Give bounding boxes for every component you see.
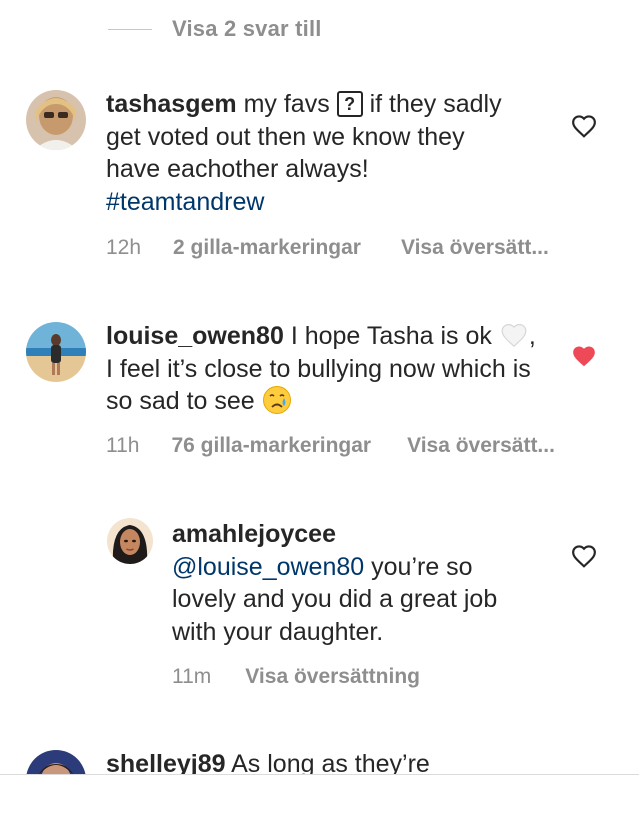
avatar[interactable] [26, 322, 86, 382]
comment-meta: 12h 2 gilla-markeringar Visa översätt... [106, 236, 549, 260]
username[interactable]: tashasgem [106, 90, 237, 118]
thread-line [108, 28, 152, 30]
timestamp: 11m [172, 665, 212, 688]
comment-text: amahlejoycee @louise_owen80 you’re so lo… [172, 518, 532, 648]
likes-count[interactable]: 2 gilla-markeringar [173, 236, 361, 260]
timestamp: 12h [106, 236, 142, 259]
liked-heart-icon[interactable] [571, 344, 597, 368]
see-translation-link[interactable]: Visa översättning [245, 665, 420, 689]
comment-text-part: I hope Tasha is ok [290, 322, 492, 350]
avatar[interactable] [107, 518, 153, 564]
comment-text: louise_owen80 I hope Tasha is ok , I fee… [106, 320, 546, 418]
likes-count[interactable]: 76 gilla-markeringar [171, 434, 371, 458]
timestamp: 11h [106, 434, 140, 457]
see-translation-link[interactable]: Visa översätt... [401, 236, 549, 260]
crying-face-emoji-icon [262, 386, 291, 414]
comment-text: tashasgem my favs ? if they sadly get vo… [106, 88, 516, 218]
avatar[interactable] [26, 90, 86, 150]
like-heart-icon[interactable] [571, 544, 597, 568]
comment-meta: 11m Visa översättning [172, 665, 420, 689]
like-heart-icon[interactable] [571, 114, 597, 138]
view-replies-label: Visa 2 svar till [172, 16, 322, 41]
username[interactable]: louise_owen80 [106, 322, 284, 350]
hashtag-link[interactable]: #teamtandrew [106, 188, 264, 216]
white-heart-emoji-icon [501, 324, 527, 348]
mention-link[interactable]: @louise_owen80 [172, 553, 364, 581]
comment-text-part: my favs [243, 90, 330, 118]
bottom-bar [0, 774, 639, 822]
see-translation-link[interactable]: Visa översätt... [407, 434, 555, 458]
view-more-replies-button[interactable]: Visa 2 svar till [108, 14, 322, 44]
comment-meta: 11h 76 gilla-markeringar Visa översätt..… [106, 434, 555, 458]
username[interactable]: amahlejoycee [172, 518, 532, 551]
unknown-emoji-glyph: ? [336, 91, 363, 117]
